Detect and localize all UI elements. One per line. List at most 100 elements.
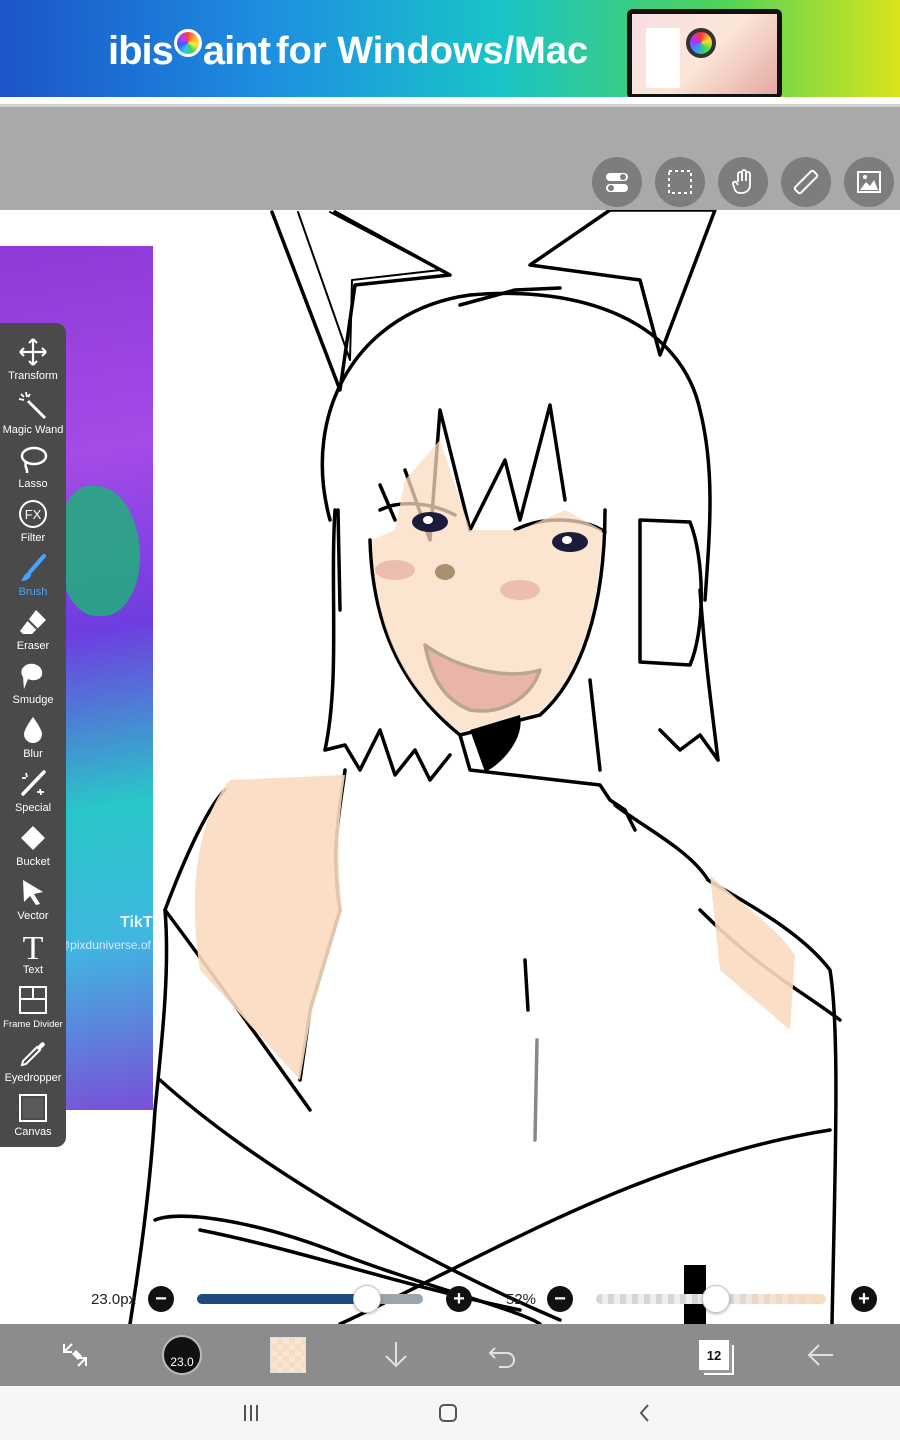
tool-palette: Transform Magic Wand Lasso FX Filter Bru… xyxy=(0,323,66,1147)
plus-icon: + xyxy=(453,1288,465,1310)
ibispaint-logo: ibis aint xyxy=(108,26,271,76)
minus-icon: − xyxy=(554,1288,566,1310)
layer-count-icon: 12 xyxy=(699,1340,729,1370)
frame-divider-icon xyxy=(18,985,48,1015)
tool-smudge[interactable]: Smudge xyxy=(0,657,66,711)
chevron-left-icon xyxy=(639,1404,649,1422)
tool-filter[interactable]: FX Filter xyxy=(0,495,66,549)
system-back-button[interactable] xyxy=(625,1398,665,1428)
layers-button[interactable]: 12 xyxy=(684,1324,744,1386)
arrow-down-icon xyxy=(385,1342,407,1368)
toggle-icon[interactable] xyxy=(592,157,642,207)
home-button[interactable] xyxy=(428,1398,468,1428)
minus-icon: − xyxy=(155,1288,167,1310)
text-icon: T xyxy=(18,931,48,961)
tool-brush[interactable]: Brush xyxy=(0,549,66,603)
tool-eyedropper[interactable]: Eyedropper xyxy=(0,1035,66,1089)
tool-text[interactable]: T Text xyxy=(0,927,66,981)
tool-label: Eyedropper xyxy=(4,1072,62,1084)
special-pen-icon xyxy=(18,769,48,799)
selection-layer-icon[interactable] xyxy=(655,157,705,207)
text-glyph: T xyxy=(23,931,44,961)
bucket-icon xyxy=(18,823,48,853)
artwork-illustration xyxy=(128,210,842,1324)
tool-vector[interactable]: Vector xyxy=(0,873,66,927)
recent-apps-icon xyxy=(244,1405,258,1421)
tool-transform[interactable]: Transform xyxy=(0,333,66,387)
ibispaint-screen: ibis aint for Windows/Mac TikT @pixduniv… xyxy=(0,0,900,1440)
eraser-icon xyxy=(18,607,48,637)
brush-size-label: 23.0px xyxy=(91,1291,137,1308)
opacity-increase-button[interactable]: + xyxy=(851,1286,877,1312)
transform-icon xyxy=(18,337,48,367)
filter-glyph: FX xyxy=(25,507,42,522)
tool-label: Frame Divider xyxy=(3,1019,63,1030)
plus-icon: + xyxy=(858,1288,870,1310)
size-decrease-button[interactable]: − xyxy=(148,1286,174,1312)
tool-label: Canvas xyxy=(14,1126,52,1138)
hand-icon[interactable] xyxy=(718,157,768,207)
logo-suffix: aint xyxy=(202,28,271,73)
tool-label: Lasso xyxy=(18,478,48,490)
tool-canvas[interactable]: Canvas xyxy=(0,1089,66,1143)
download-button[interactable] xyxy=(366,1324,426,1386)
tool-label: Special xyxy=(14,802,52,814)
home-icon xyxy=(439,1404,457,1422)
filter-fx-icon: FX xyxy=(18,499,48,529)
ad-tagline: for Windows/Mac xyxy=(276,30,589,72)
color-wheel-icon xyxy=(173,29,202,57)
tool-label: Bucket xyxy=(16,856,50,868)
tool-label: Text xyxy=(22,964,44,976)
tool-magic-wand[interactable]: Magic Wand xyxy=(0,387,66,441)
brush-icon xyxy=(18,553,48,583)
undo-icon xyxy=(488,1347,515,1368)
tool-label: Filter xyxy=(20,532,46,544)
tool-lasso[interactable]: Lasso xyxy=(0,441,66,495)
tool-bucket[interactable]: Bucket xyxy=(0,819,66,873)
bottom-toolbar: 23.0 12 xyxy=(0,1324,900,1386)
tool-special[interactable]: Special xyxy=(0,765,66,819)
tool-label: Magic Wand xyxy=(2,424,64,436)
tool-label: Blur xyxy=(23,748,43,760)
recent-apps-button[interactable] xyxy=(231,1398,271,1428)
brush-size-fill xyxy=(197,1294,367,1304)
drawing-canvas[interactable]: TikT @pixduniverse.of xyxy=(0,210,900,1324)
brush-size-thumb[interactable] xyxy=(352,1285,381,1313)
brush-size-button[interactable]: 23.0 xyxy=(152,1324,212,1386)
tool-label: Vector xyxy=(17,910,49,922)
brush-size-indicator: 23.0 xyxy=(162,1335,202,1375)
current-color-swatch xyxy=(270,1337,306,1373)
magic-wand-icon xyxy=(18,391,48,421)
eyedropper-icon xyxy=(18,1039,48,1069)
tool-blur[interactable]: Blur xyxy=(0,711,66,765)
tool-label: Brush xyxy=(18,586,48,598)
blur-drop-icon xyxy=(18,715,48,745)
vector-arrow-icon xyxy=(18,877,48,907)
opacity-fill xyxy=(715,1294,826,1304)
canvas-icon xyxy=(18,1093,48,1123)
tool-switch-button[interactable] xyxy=(45,1324,105,1386)
opacity-label: 52% xyxy=(506,1291,537,1308)
opacity-thumb[interactable] xyxy=(701,1285,730,1313)
reference-image-icon[interactable] xyxy=(844,157,894,207)
tool-label: Smudge xyxy=(12,694,54,706)
opacity-slider[interactable] xyxy=(596,1285,826,1313)
undo-button[interactable] xyxy=(472,1324,532,1386)
tool-label: Transform xyxy=(8,370,58,382)
redo-button[interactable] xyxy=(578,1324,638,1386)
tool-eraser[interactable]: Eraser xyxy=(0,603,66,657)
android-nav-bar xyxy=(0,1386,900,1440)
color-button[interactable] xyxy=(258,1324,318,1386)
opacity-decrease-button[interactable]: − xyxy=(547,1286,573,1312)
ad-laptop-image xyxy=(627,9,782,97)
ruler-icon[interactable] xyxy=(781,157,831,207)
redo-icon xyxy=(595,1347,622,1368)
tool-frame-divider[interactable]: Frame Divider xyxy=(0,981,66,1035)
smudge-icon xyxy=(18,661,48,691)
ad-banner[interactable]: ibis aint for Windows/Mac xyxy=(0,0,900,97)
tool-label: Eraser xyxy=(16,640,50,652)
brush-size-slider[interactable] xyxy=(197,1285,423,1313)
back-button[interactable] xyxy=(790,1324,850,1386)
size-increase-button[interactable]: + xyxy=(446,1286,472,1312)
top-toolbar xyxy=(0,104,900,210)
